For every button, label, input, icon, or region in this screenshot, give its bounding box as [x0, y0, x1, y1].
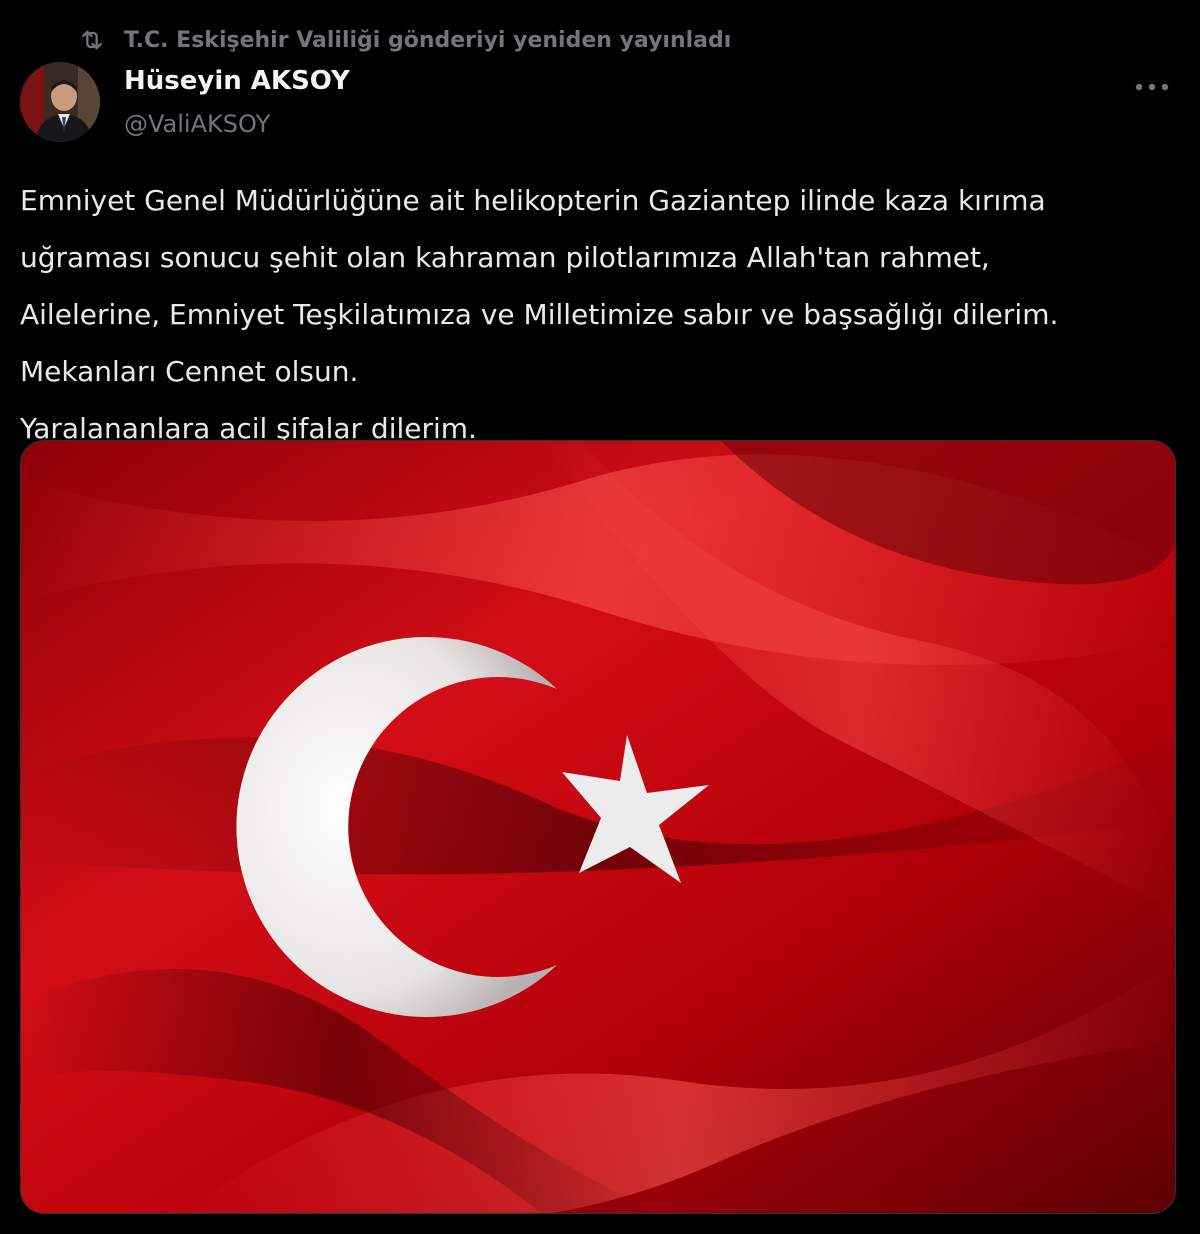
- tweet-media-image[interactable]: [20, 440, 1176, 1214]
- repost-context[interactable]: T.C. Eskişehir Valiliği gönderiyi yenide…: [78, 22, 731, 58]
- tweet-text: Emniyet Genel Müdürlüğüne ait helikopter…: [20, 172, 1180, 457]
- tweet-text-line: uğraması sonucu şehit olan kahraman pilo…: [20, 241, 990, 274]
- turkish-flag-image: [21, 441, 1175, 1213]
- repost-label[interactable]: T.C. Eskişehir Valiliği gönderiyi yenide…: [124, 28, 731, 53]
- author-name[interactable]: Hüseyin AKSOY: [124, 66, 350, 96]
- more-options-button[interactable]: [1128, 66, 1176, 104]
- repost-icon: [78, 26, 106, 54]
- tweet-text-line: Ailelerine, Emniyet Teşkilatımıza ve Mil…: [20, 298, 1059, 331]
- author-handle[interactable]: @ValiAKSOY: [124, 110, 270, 138]
- avatar[interactable]: [20, 62, 100, 142]
- tweet-text-line: Mekanları Cennet olsun.: [20, 355, 359, 388]
- more-horizontal-icon: [1135, 76, 1169, 95]
- tweet-text-line: Emniyet Genel Müdürlüğüne ait helikopter…: [20, 184, 1046, 217]
